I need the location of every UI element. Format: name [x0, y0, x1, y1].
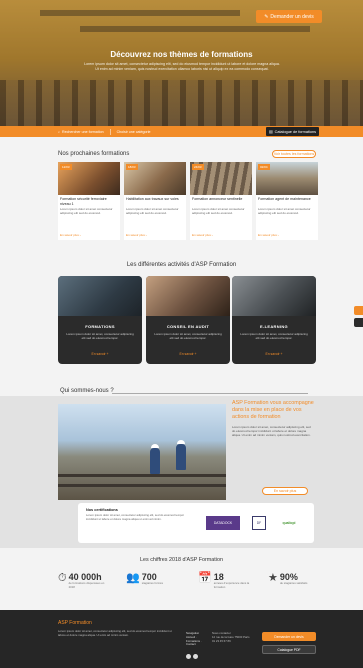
clock-icon: ⏱ [58, 572, 67, 584]
photo-rail [58, 484, 226, 487]
who-photo [58, 404, 226, 500]
who-text-block: ASP Formation vous accompagne dans la mi… [232, 400, 314, 437]
formation-card[interactable]: 18/03 Habilitation aux travaux sur voies… [124, 162, 186, 240]
hero-banner: ✎ Demander un devis Découvrez nos thèmes… [0, 0, 363, 128]
formation-card[interactable]: 02/04 Formation agent de maintenance Lor… [256, 162, 318, 240]
footer-contact: Nous contacter 12 rue de la Gare 75000 P… [212, 631, 250, 643]
footer-nav-links[interactable]: Accueil · Formations · Contact [186, 635, 206, 647]
who-more-button[interactable]: En savoir plus [262, 487, 308, 495]
hero-text: Ut enim ad minim veniam, quis nostrud ex… [95, 67, 269, 71]
activity-link[interactable]: En savoir + [232, 352, 316, 356]
card-desc: Lorem ipsum dolor sit amet consectetur a… [258, 207, 311, 215]
photo-worker [150, 448, 160, 474]
stat-label: stagiaires formés [141, 581, 163, 585]
book-icon: ▤ [269, 130, 273, 134]
card-more-link[interactable]: En savoir plus › [126, 233, 147, 237]
stat-item: 👥 700 stagiaires formés [126, 572, 182, 586]
card-desc: Lorem ipsum dolor sit amet consectetur a… [60, 207, 113, 215]
activity-card[interactable]: CONSEIL EN AUDIT Lorem ipsum dolor sit a… [146, 276, 230, 364]
activity-text: Lorem ipsum dolor sit amet, consectetur … [240, 332, 308, 340]
cert-text: Lorem ipsum dolor sit amet, consectetur … [86, 513, 185, 521]
df-logo: DF [252, 516, 266, 530]
catalogue-button[interactable]: ▤ Catalogue de formations [266, 127, 319, 136]
qualiopi-logo: qualiopi [282, 521, 296, 525]
footer-quote-button[interactable]: Demander un devis [262, 632, 316, 641]
search-icon: ⌕ [58, 129, 61, 134]
activity-image [232, 276, 316, 316]
card-title: Formation agent de maintenance [258, 197, 311, 201]
activity-text: Lorem ipsum dolor sit amet, consectetur … [154, 332, 222, 340]
cert-label: Nos certifications [86, 508, 118, 512]
footer-logo[interactable]: ASP Formation [58, 620, 92, 626]
card-date: 02/04 [258, 164, 270, 170]
card-desc: Lorem ipsum dolor sit amet consectetur a… [192, 207, 245, 215]
activity-image [58, 276, 142, 316]
card-title: Formation annonceur sentinelle [192, 197, 243, 201]
stat-label: années d'expérience dans la formation [213, 581, 250, 589]
calendar-icon: 📅 [198, 572, 212, 584]
card-title: Habilitation aux travaux sur voies [126, 197, 179, 201]
activity-text: Lorem ipsum dolor sit amet, consectetur … [66, 332, 134, 340]
activity-image [146, 276, 230, 316]
photo-helmet [151, 444, 159, 448]
footer: ASP Formation Lorem ipsum dolor sit amet… [0, 610, 363, 668]
card-desc: Lorem ipsum dolor sit amet consectetur a… [126, 207, 179, 215]
stat-item: ⏱ 40 000h de formations dispensées en 20… [58, 572, 109, 589]
star-icon: ★ [268, 572, 278, 584]
card-more-link[interactable]: En savoir plus › [258, 233, 279, 237]
activity-link[interactable]: En savoir + [146, 352, 230, 356]
who-highlight: ASP Formation vous accompagne dans la mi… [232, 400, 314, 420]
card-title: Formation sécurité ferroviaire niveau 1 [60, 197, 107, 206]
stats-heading: Les chiffres 2018 d'ASP Formation [140, 557, 223, 563]
formation-card[interactable]: 24/03 Formation annonceur sentinelle Lor… [190, 162, 252, 240]
card-date: 24/03 [192, 164, 204, 170]
card-more-link[interactable]: En savoir plus › [60, 233, 81, 237]
who-divider [112, 393, 308, 394]
hero-title: Découvrez nos thèmes de formations [110, 50, 253, 59]
footer-catalogue-button[interactable]: Catalogue PDF [262, 645, 316, 654]
stat-item: 📅 18 années d'expérience dans la formati… [198, 572, 254, 589]
certifications-card: Nos certifications Lorem ipsum dolor sit… [78, 503, 314, 543]
photo-helmet [177, 440, 185, 444]
photo-worker [176, 444, 186, 470]
card-date: 12/03 [60, 164, 72, 170]
activities-heading: Les différentes activités d'ASP Formatio… [126, 262, 237, 268]
footer-contact-text: 12 rue de la Gare 75000 Paris 01 23 45 6… [212, 634, 250, 643]
upcoming-heading: Nos prochaines formations [58, 151, 130, 157]
hero-quote-label: Demander un devis [270, 13, 314, 20]
activity-card[interactable]: FORMATIONS Lorem ipsum dolor sit amet, c… [58, 276, 142, 364]
formation-card[interactable]: 12/03 Formation sécurité ferroviaire niv… [58, 162, 120, 240]
activity-link[interactable]: En savoir + [58, 352, 142, 356]
stat-item: ★ 90% de stagiaires satisfaits [268, 572, 320, 586]
category-select[interactable]: Choisir une catégorie [117, 130, 151, 134]
datadock-logo: DATADOCK [206, 516, 240, 530]
who-body: Lorem ipsum dolor sit amet, consectetur … [232, 425, 311, 437]
card-date: 18/03 [126, 164, 138, 170]
activity-card[interactable]: E-LEARNING Lorem ipsum dolor sit amet, c… [232, 276, 316, 364]
search-input[interactable]: ⌕ Rechercher une formation [58, 130, 104, 134]
side-menu-tab[interactable] [354, 318, 363, 327]
footer-nav: Navigation Accueil · Formations · Contac… [186, 631, 206, 647]
search-divider [109, 128, 111, 135]
stat-label: de formations dispensées en 2018 [68, 581, 105, 589]
photo-rail [58, 474, 226, 477]
footer-text: Lorem ipsum dolor sit amet, consectetur … [58, 629, 172, 637]
who-heading: Qui sommes-nous ? [60, 388, 114, 394]
footer-social [186, 654, 198, 659]
hero-quote-button[interactable]: ✎ Demander un devis [256, 10, 322, 23]
linkedin-icon[interactable] [193, 654, 198, 659]
people-icon: 👥 [126, 572, 140, 584]
card-more-link[interactable]: En savoir plus › [192, 233, 213, 237]
all-formations-button[interactable]: Voir toutes les formations [272, 150, 316, 158]
facebook-icon[interactable] [186, 654, 191, 659]
document-icon: ✎ [264, 13, 269, 20]
stat-label: de stagiaires satisfaits [279, 581, 308, 585]
side-contact-tab[interactable] [354, 306, 363, 315]
search-bar: ⌕ Rechercher une formation Choisir une c… [0, 126, 363, 137]
